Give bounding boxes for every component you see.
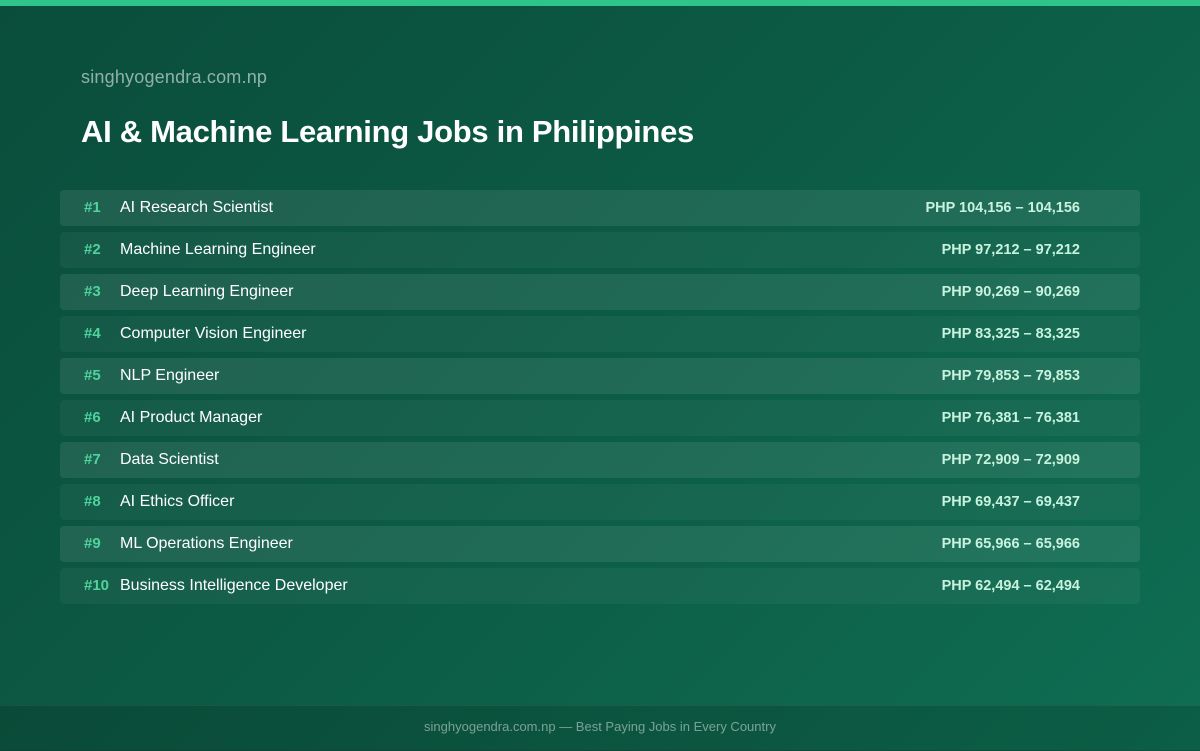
- job-row: #10 Business Intelligence Developer PHP …: [60, 568, 1140, 604]
- job-rank: #4: [84, 325, 101, 342]
- job-rank: #9: [84, 535, 101, 552]
- job-row: #3 Deep Learning Engineer PHP 90,269 – 9…: [60, 274, 1140, 310]
- job-rank: #3: [84, 283, 101, 300]
- job-title: AI Research Scientist: [120, 199, 273, 216]
- site-name: singhyogendra.com.np: [81, 67, 268, 87]
- job-salary: PHP 104,156 – 104,156: [925, 200, 1080, 216]
- page-title: AI & Machine Learning Jobs in Philippine…: [81, 114, 694, 149]
- job-title: Data Scientist: [120, 451, 219, 468]
- job-rank: #8: [84, 493, 101, 510]
- job-row: #9 ML Operations Engineer PHP 65,966 – 6…: [60, 526, 1140, 562]
- job-row: #5 NLP Engineer PHP 79,853 – 79,853: [60, 358, 1140, 394]
- job-salary: PHP 76,381 – 76,381: [941, 410, 1080, 426]
- job-row: #8 AI Ethics Officer PHP 69,437 – 69,437: [60, 484, 1140, 520]
- job-salary: PHP 83,325 – 83,325: [941, 326, 1080, 342]
- job-list: #1 AI Research Scientist PHP 104,156 – 1…: [60, 190, 1140, 610]
- job-title: Machine Learning Engineer: [120, 241, 316, 258]
- footer-text: singhyogendra.com.np — Best Paying Jobs …: [424, 719, 776, 734]
- job-title: AI Ethics Officer: [120, 493, 235, 510]
- job-title: NLP Engineer: [120, 367, 220, 384]
- job-salary: PHP 65,966 – 65,966: [941, 536, 1080, 552]
- job-salary: PHP 62,494 – 62,494: [941, 578, 1080, 594]
- job-row: #6 AI Product Manager PHP 76,381 – 76,38…: [60, 400, 1140, 436]
- job-rank: #2: [84, 241, 101, 258]
- job-row: #2 Machine Learning Engineer PHP 97,212 …: [60, 232, 1140, 268]
- job-title: ML Operations Engineer: [120, 535, 293, 552]
- top-accent-bar: [0, 0, 1200, 6]
- job-rank: #6: [84, 409, 101, 426]
- job-rank: #7: [84, 451, 101, 468]
- job-salary: PHP 97,212 – 97,212: [941, 242, 1080, 258]
- job-salary: PHP 79,853 – 79,853: [941, 368, 1080, 384]
- job-row: #4 Computer Vision Engineer PHP 83,325 –…: [60, 316, 1140, 352]
- job-salary: PHP 90,269 – 90,269: [941, 284, 1080, 300]
- job-salary: PHP 69,437 – 69,437: [941, 494, 1080, 510]
- job-row: #7 Data Scientist PHP 72,909 – 72,909: [60, 442, 1140, 478]
- job-salary: PHP 72,909 – 72,909: [941, 452, 1080, 468]
- job-title: Deep Learning Engineer: [120, 283, 294, 300]
- job-title: Computer Vision Engineer: [120, 325, 307, 342]
- job-row: #1 AI Research Scientist PHP 104,156 – 1…: [60, 190, 1140, 226]
- footer: singhyogendra.com.np — Best Paying Jobs …: [0, 705, 1200, 751]
- job-rank: #10: [84, 577, 110, 594]
- job-rank: #1: [84, 199, 101, 216]
- job-title: AI Product Manager: [120, 409, 263, 426]
- job-title: Business Intelligence Developer: [120, 577, 348, 594]
- job-rank: #5: [84, 367, 101, 384]
